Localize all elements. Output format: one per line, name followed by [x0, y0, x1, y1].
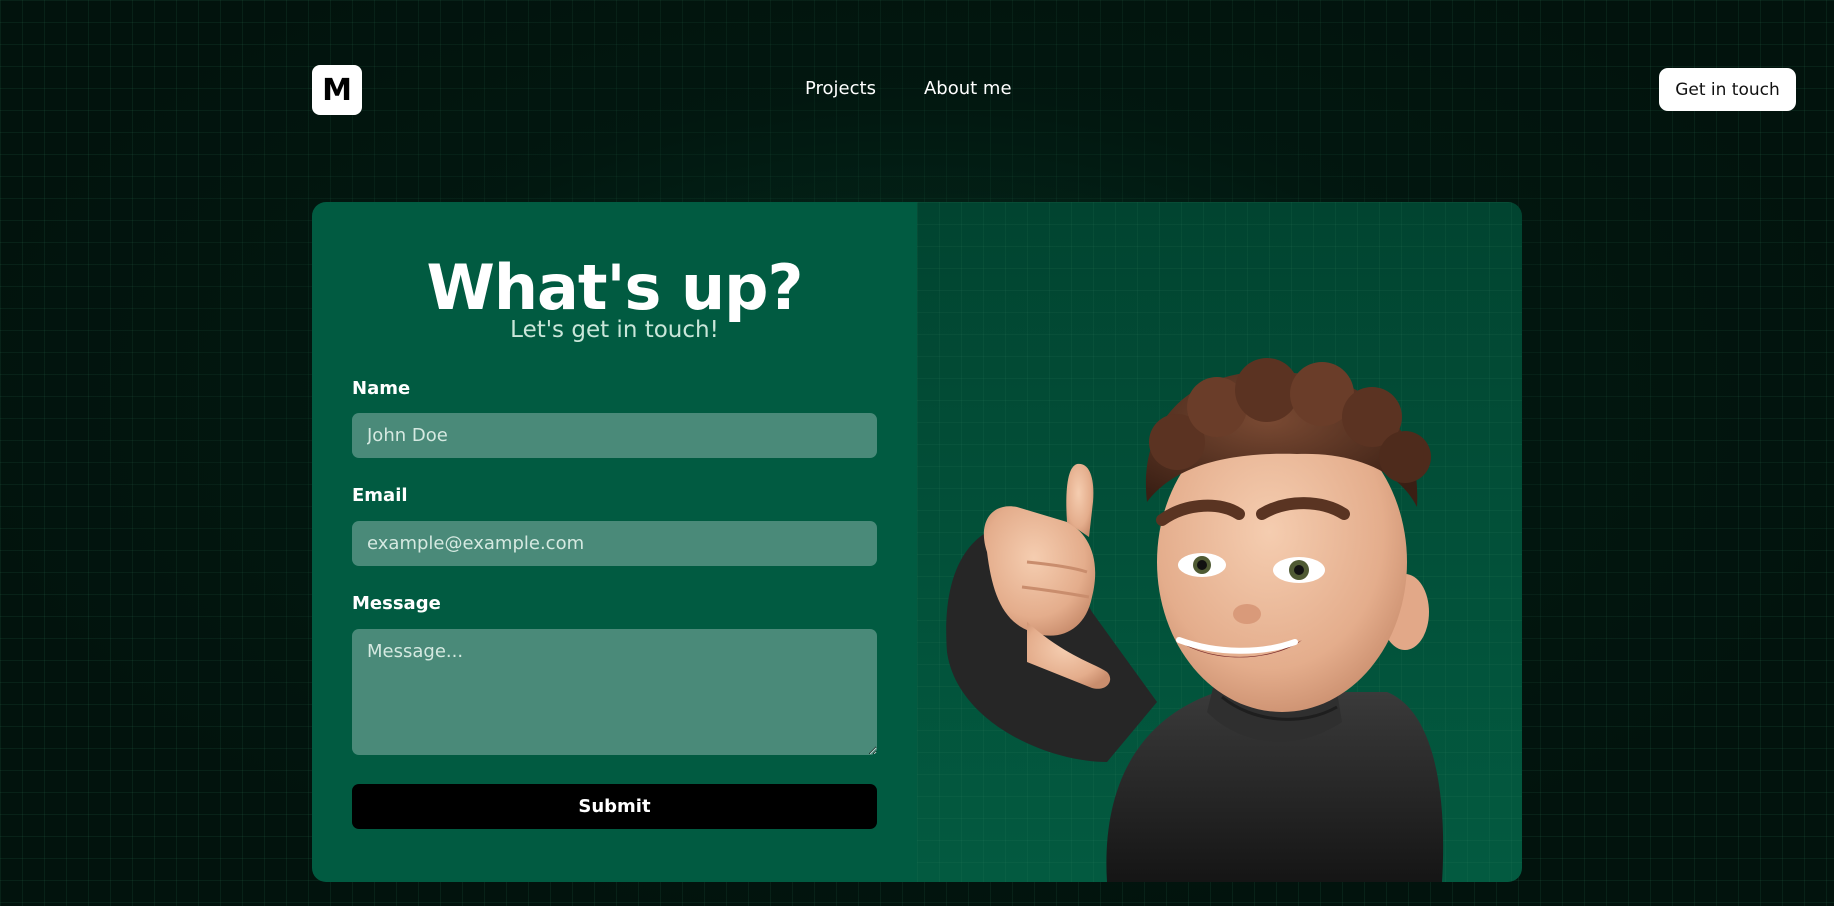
submit-button[interactable]: Submit: [352, 784, 877, 829]
contact-card: What's up? Let's get in touch! Name Emai…: [312, 202, 1522, 882]
email-input[interactable]: [352, 521, 877, 566]
contact-form-panel: What's up? Let's get in touch! Name Emai…: [312, 202, 917, 882]
name-input[interactable]: [352, 413, 877, 458]
nav-about-me[interactable]: About me: [924, 78, 1012, 99]
memoji-avatar-image: [946, 358, 1444, 882]
logo[interactable]: M: [312, 65, 362, 115]
main-nav: Projects About me: [805, 78, 1012, 99]
get-in-touch-button[interactable]: Get in touch: [1659, 68, 1796, 111]
message-textarea[interactable]: [352, 629, 877, 755]
message-label: Message: [352, 593, 441, 614]
contact-subtitle: Let's get in touch!: [510, 317, 719, 343]
name-label: Name: [352, 378, 411, 399]
nav-projects[interactable]: Projects: [805, 78, 876, 99]
avatar-panel: [917, 202, 1522, 882]
contact-title: What's up?: [426, 251, 804, 324]
email-label: Email: [352, 485, 408, 506]
